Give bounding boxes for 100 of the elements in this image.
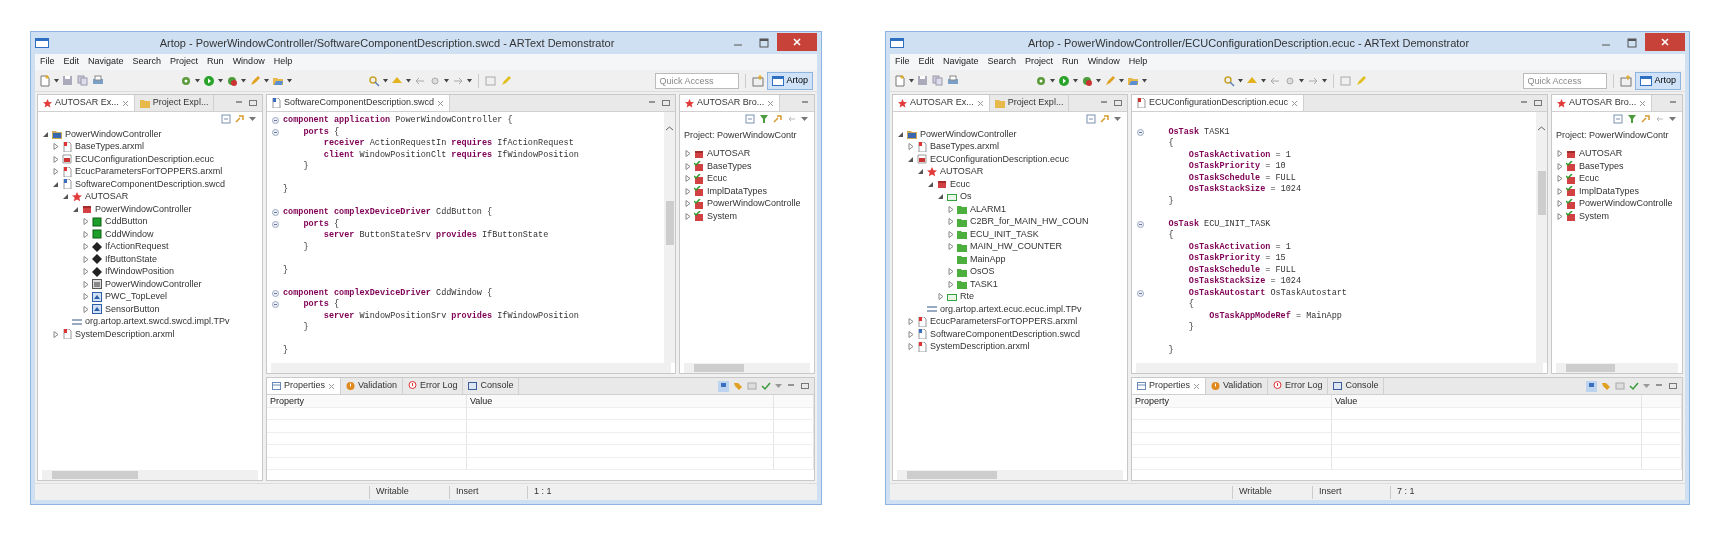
tree-item[interactable]: System	[1556, 210, 1682, 223]
expand-icon[interactable]	[82, 305, 89, 313]
tree-item[interactable]: EcucParametersForTOPPERS.arxml	[897, 315, 1127, 328]
tree-item[interactable]: Ecuc	[897, 178, 1127, 191]
menu-item[interactable]: Edit	[918, 55, 935, 69]
scrollbar[interactable]	[271, 363, 671, 373]
caret-icon[interactable]	[195, 78, 200, 83]
fold-icon[interactable]	[271, 209, 279, 217]
editor-tab[interactable]: SoftwareComponentDescription.swcd	[267, 95, 451, 111]
tree-item[interactable]: TASK1	[897, 278, 1127, 291]
open-perspective-icon[interactable]	[752, 74, 765, 87]
check-icon[interactable]	[761, 381, 771, 391]
caret-icon[interactable]	[241, 78, 246, 83]
tree-item[interactable]: ECU_INIT_TASK	[897, 228, 1127, 241]
expand-icon[interactable]	[82, 293, 89, 301]
caret-icon[interactable]	[1238, 78, 1243, 83]
scrollbar-thumb[interactable]	[1537, 171, 1546, 215]
panel-tab[interactable]: Project Expl...	[134, 95, 215, 111]
expand-icon[interactable]	[684, 200, 691, 208]
caret-icon[interactable]	[1050, 78, 1055, 83]
collapse-icon[interactable]	[72, 205, 79, 213]
check-icon[interactable]	[1629, 381, 1639, 391]
view-menu-icon[interactable]	[1669, 116, 1676, 122]
expand-icon[interactable]	[82, 268, 89, 276]
expand-icon[interactable]	[947, 268, 954, 276]
column-header[interactable]: Property	[1132, 395, 1332, 409]
menu-item[interactable]: Navigate	[88, 55, 124, 69]
menu-item[interactable]: Project	[1025, 55, 1054, 69]
fold-icon[interactable]	[271, 117, 279, 125]
tree-item[interactable]: OsOS	[897, 265, 1127, 278]
tree-item[interactable]: PowerWindowController	[897, 128, 1127, 141]
collapse-all-icon[interactable]	[221, 114, 231, 124]
expand-icon[interactable]	[1556, 187, 1563, 195]
expand-icon[interactable]	[684, 162, 691, 170]
back-icon[interactable]	[1655, 114, 1665, 124]
column-header[interactable]: Value	[1332, 395, 1642, 409]
caret-icon[interactable]	[444, 78, 449, 83]
expand-icon[interactable]	[52, 330, 59, 338]
tree-item[interactable]: BaseTypes.arxml	[897, 140, 1127, 153]
collapse-icon[interactable]	[907, 155, 914, 163]
expand-icon[interactable]	[907, 330, 914, 338]
tree-item[interactable]: CddWindow	[42, 228, 262, 241]
tree-item[interactable]: AUTOSAR	[42, 190, 262, 203]
maximize-icon[interactable]	[1533, 98, 1543, 108]
expand-icon[interactable]	[82, 280, 89, 288]
expand-icon[interactable]	[937, 293, 944, 301]
fold-icon[interactable]	[1136, 289, 1144, 297]
pen-icon[interactable]	[1355, 74, 1367, 87]
expand-icon[interactable]	[1556, 150, 1563, 158]
caret-icon[interactable]	[467, 78, 472, 83]
expand-icon[interactable]	[684, 212, 691, 220]
collapse-icon[interactable]	[927, 180, 934, 188]
expand-icon[interactable]	[947, 205, 954, 213]
scrollbar[interactable]	[897, 470, 1123, 480]
close-icon[interactable]	[121, 99, 129, 107]
categories-icon[interactable]	[1601, 381, 1611, 391]
window-icon[interactable]	[1340, 74, 1352, 87]
tree-item[interactable]: ECUConfigurationDescription.ecuc	[897, 153, 1127, 166]
caret-icon[interactable]	[1096, 78, 1101, 83]
tree-item[interactable]: EcucParametersForTOPPERS.arxml	[42, 165, 262, 178]
tree-item[interactable]: Ecuc	[684, 172, 814, 185]
tree-item[interactable]: PowerWindowControlle	[1556, 197, 1682, 210]
filter-icon[interactable]	[1615, 381, 1625, 391]
tree-item[interactable]: C2BR_for_MAIN_HW_COUN	[897, 215, 1127, 228]
collapse-all-icon[interactable]	[745, 114, 755, 124]
filter-icon[interactable]	[1627, 114, 1637, 124]
tree-item[interactable]: IfWindowPosition	[42, 265, 262, 278]
view-menu-icon[interactable]	[1643, 383, 1650, 389]
tree-item[interactable]: BaseTypes.arxml	[42, 140, 262, 153]
panel-tab[interactable]: AUTOSAR Bro...	[1552, 95, 1653, 111]
tree-item[interactable]: ImplDataTypes	[684, 185, 814, 198]
fold-icon[interactable]	[271, 220, 279, 228]
close-icon[interactable]	[1639, 99, 1647, 107]
close-button[interactable]	[1645, 32, 1685, 51]
close-icon[interactable]	[976, 99, 984, 107]
menu-item[interactable]: Project	[170, 55, 199, 69]
menu-item[interactable]: File	[40, 55, 55, 69]
caret-icon[interactable]	[383, 78, 388, 83]
tree-item[interactable]: ALARM1	[897, 203, 1127, 216]
close-icon[interactable]	[437, 99, 445, 107]
tree-item[interactable]: Ecuc	[1556, 172, 1682, 185]
pin-icon[interactable]	[718, 380, 729, 392]
tree-item[interactable]: SoftwareComponentDescription.swcd	[897, 328, 1127, 341]
panel-tab[interactable]: Console	[1328, 378, 1385, 394]
expand-icon[interactable]	[1556, 162, 1563, 170]
column-header[interactable]: Value	[467, 395, 774, 409]
bug-icon[interactable]	[1081, 74, 1093, 87]
caret-icon[interactable]	[1322, 78, 1327, 83]
maximize-icon[interactable]	[800, 381, 810, 391]
caret-icon[interactable]	[54, 78, 59, 83]
tree-item[interactable]: org.artop.artext.swcd.swcd.impl.TPv	[42, 315, 262, 328]
expand-icon[interactable]	[684, 187, 691, 195]
scrollbar[interactable]	[1556, 363, 1678, 373]
bug-icon[interactable]	[226, 74, 238, 87]
panel-tab[interactable]: AUTOSAR Ex...	[893, 95, 990, 111]
column-header[interactable]: Property	[267, 395, 467, 409]
fold-icon[interactable]	[1136, 128, 1144, 136]
tree-item[interactable]: PowerWindowController	[42, 203, 262, 216]
expand-icon[interactable]	[947, 230, 954, 238]
tree-item[interactable]: PowerWindowControlle	[684, 197, 814, 210]
